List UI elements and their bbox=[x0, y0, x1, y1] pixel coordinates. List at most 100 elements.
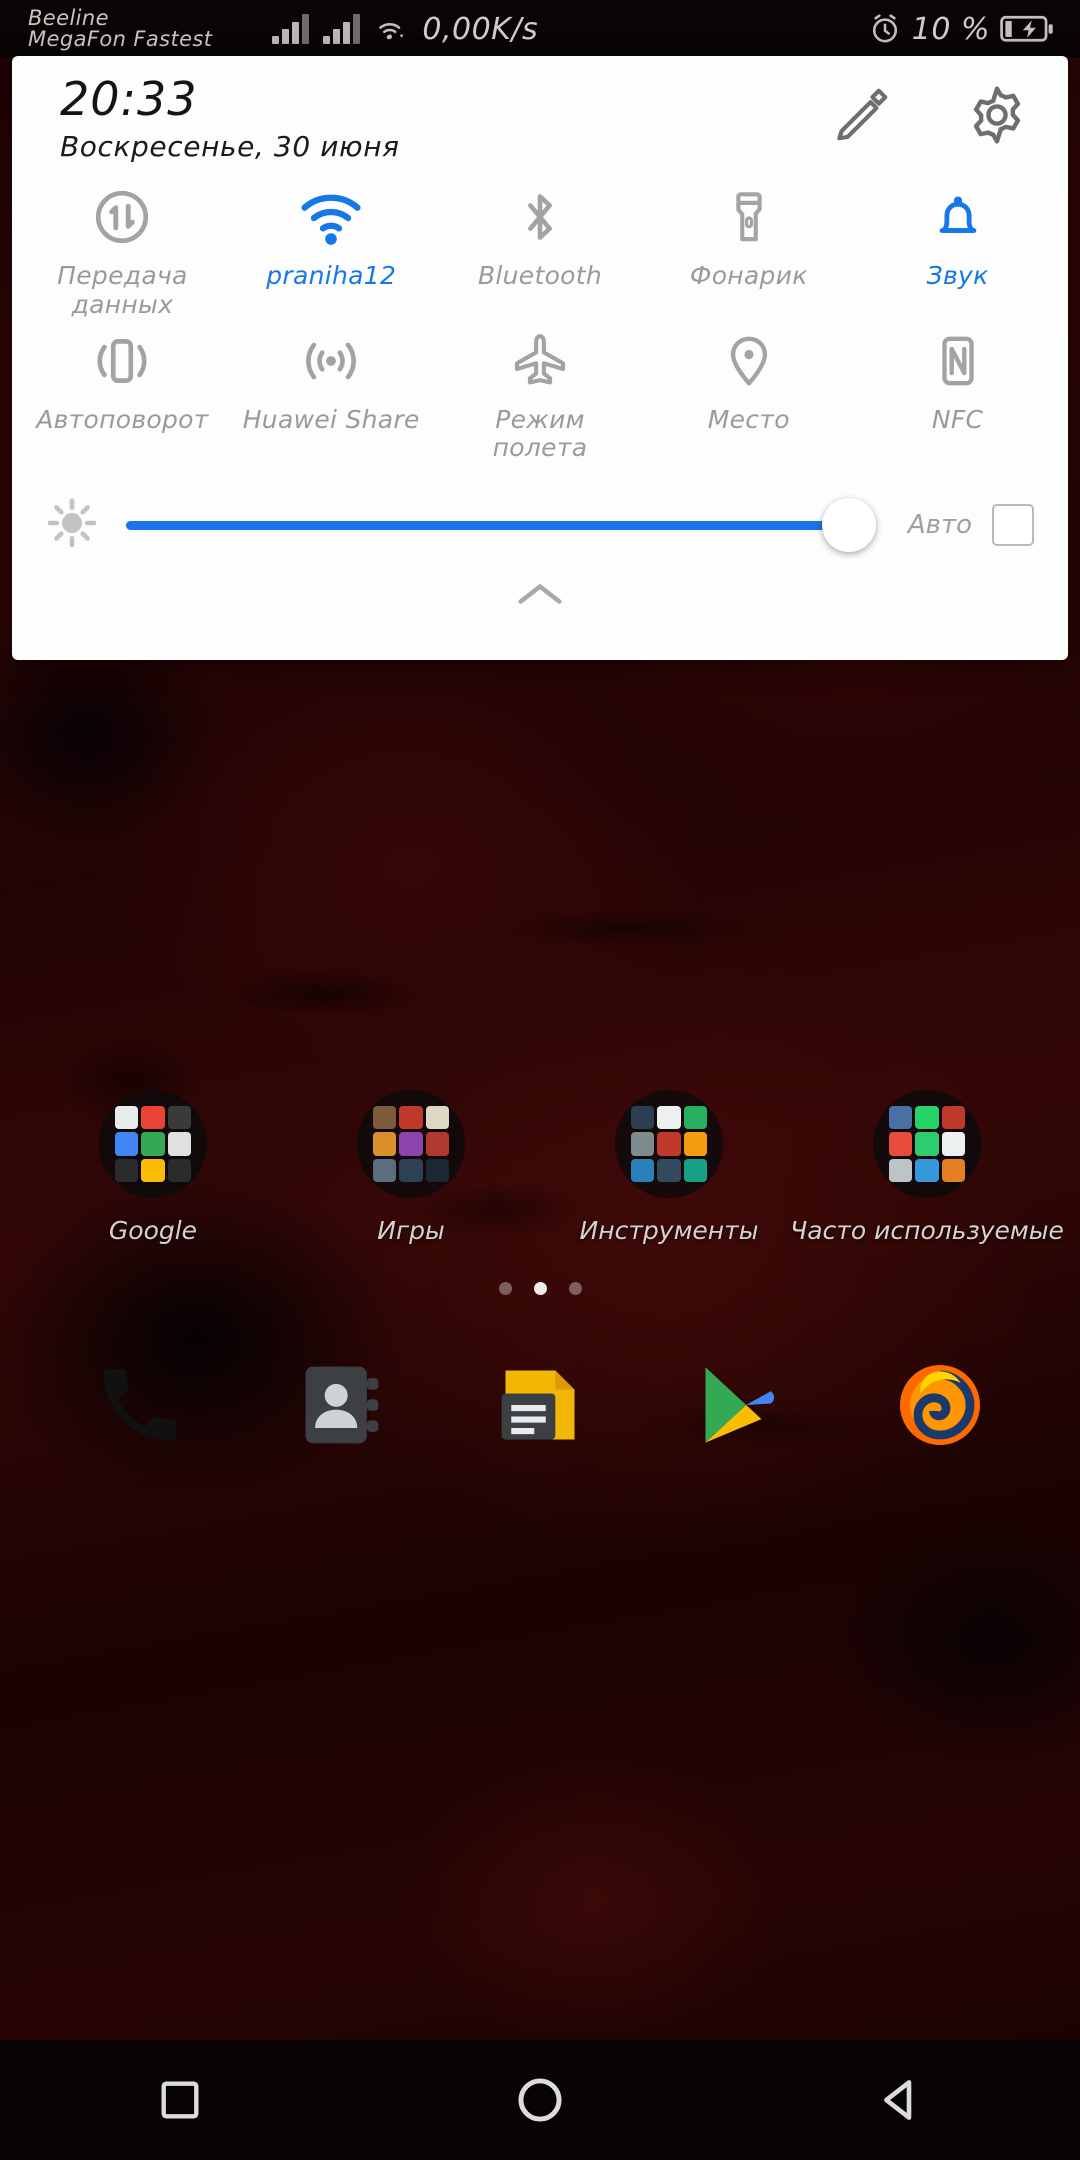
recents-square-icon[interactable] bbox=[120, 2040, 240, 2160]
toggle-sound[interactable]: Звук bbox=[853, 176, 1062, 320]
mini-app-icon bbox=[167, 1106, 191, 1130]
auto-rotate-icon bbox=[91, 330, 153, 392]
mini-app-icon bbox=[941, 1158, 965, 1182]
mini-app-icon bbox=[657, 1158, 681, 1182]
mini-app-icon bbox=[631, 1158, 655, 1182]
mini-app-icon bbox=[115, 1132, 139, 1156]
firefox-icon[interactable] bbox=[885, 1350, 995, 1460]
mini-app-icon bbox=[167, 1158, 191, 1182]
mini-app-icon bbox=[167, 1132, 191, 1156]
carrier-names: Beeline MegaFon Fastest bbox=[28, 7, 213, 51]
folder-frequently-used[interactable]: Часто используемые bbox=[790, 1090, 1064, 1245]
mini-app-icon bbox=[657, 1132, 681, 1156]
mini-app-icon bbox=[657, 1106, 681, 1130]
mini-app-icon bbox=[373, 1106, 397, 1130]
brightness-slider-knob[interactable] bbox=[821, 498, 876, 552]
quick-toggle-grid: Передача данных praniha12 Bluetooth Фона… bbox=[12, 176, 1068, 463]
status-bar: Beeline MegaFon Fastest 0,00K/s 10 % bbox=[0, 0, 1080, 58]
gear-icon[interactable] bbox=[966, 84, 1028, 146]
nfc-icon bbox=[929, 330, 987, 392]
flashlight-icon bbox=[720, 186, 778, 248]
clock-time[interactable]: 20:33 bbox=[60, 72, 198, 126]
panel-collapse-handle[interactable] bbox=[12, 573, 1068, 609]
folder-label: Часто используемые bbox=[790, 1216, 1064, 1245]
toggle-mobile-data[interactable]: Передача данных bbox=[18, 176, 227, 320]
status-bar-signal-group: 0,00K/s bbox=[272, 12, 538, 47]
mini-app-icon bbox=[399, 1158, 423, 1182]
toggle-label: Передача данных bbox=[57, 261, 188, 319]
mini-app-icon bbox=[683, 1158, 707, 1182]
page-dot-active[interactable] bbox=[533, 1282, 547, 1295]
folder-icon-grid bbox=[615, 1090, 723, 1198]
clock-date[interactable]: Воскресенье, 30 июня bbox=[60, 130, 400, 163]
alarm-clock-icon bbox=[872, 14, 897, 43]
page-dot[interactable] bbox=[498, 1282, 512, 1295]
messages-icon[interactable] bbox=[485, 1350, 595, 1460]
huawei-share-icon bbox=[300, 330, 362, 392]
mini-app-icon bbox=[425, 1132, 449, 1156]
phone-icon[interactable] bbox=[85, 1350, 195, 1460]
folder-icon-grid bbox=[99, 1090, 207, 1198]
contacts-icon[interactable] bbox=[285, 1350, 395, 1460]
quick-settings-panel: 20:33 Воскресенье, 30 июня Передача данн… bbox=[12, 56, 1068, 660]
mini-app-icon bbox=[889, 1132, 913, 1156]
mini-app-icon bbox=[941, 1106, 965, 1130]
folder-google[interactable]: Google bbox=[53, 1090, 253, 1245]
mini-app-icon bbox=[631, 1132, 655, 1156]
folder-tools[interactable]: Инструменты bbox=[569, 1090, 769, 1245]
mini-app-icon bbox=[373, 1132, 397, 1156]
play-store-icon[interactable] bbox=[685, 1350, 795, 1460]
mini-app-icon bbox=[115, 1106, 139, 1130]
mini-app-icon bbox=[915, 1158, 939, 1182]
location-pin-icon bbox=[720, 330, 778, 392]
signal-bars-icon bbox=[272, 14, 310, 44]
home-circle-icon[interactable] bbox=[480, 2040, 600, 2160]
toggle-bluetooth[interactable]: Bluetooth bbox=[436, 176, 645, 320]
toggle-flashlight[interactable]: Фонарик bbox=[644, 176, 853, 320]
brightness-slider[interactable] bbox=[126, 498, 876, 552]
toggle-nfc[interactable]: NFC bbox=[853, 320, 1062, 464]
toggle-wifi[interactable]: praniha12 bbox=[227, 176, 436, 320]
back-triangle-icon[interactable] bbox=[840, 2040, 960, 2160]
pencil-icon[interactable] bbox=[830, 84, 892, 146]
battery-charging-icon bbox=[1000, 15, 1053, 42]
chevron-up-icon bbox=[518, 584, 562, 604]
bluetooth-icon bbox=[511, 186, 569, 248]
toggle-label: Режим полета bbox=[492, 404, 588, 463]
mini-app-icon bbox=[425, 1158, 449, 1182]
toggle-auto-rotate[interactable]: Автоповорот bbox=[18, 320, 227, 464]
mini-app-icon bbox=[425, 1106, 449, 1130]
mini-app-icon bbox=[915, 1106, 939, 1130]
toggle-label: Huawei Share bbox=[242, 404, 420, 434]
mini-app-icon bbox=[399, 1106, 423, 1130]
folder-games[interactable]: Игры bbox=[311, 1090, 511, 1245]
wifi-icon bbox=[379, 23, 404, 40]
mini-app-icon bbox=[889, 1106, 913, 1130]
page-dot[interactable] bbox=[568, 1282, 582, 1295]
folder-icon-grid bbox=[357, 1090, 465, 1198]
toggle-huawei-share[interactable]: Huawei Share bbox=[227, 320, 436, 464]
carrier-line-2: MegaFon Fastest bbox=[28, 27, 213, 51]
mini-app-icon bbox=[915, 1132, 939, 1156]
toggle-label: Bluetooth bbox=[477, 261, 603, 290]
toggle-label: Место bbox=[707, 404, 790, 434]
mini-app-icon bbox=[373, 1158, 397, 1182]
auto-brightness-checkbox[interactable] bbox=[992, 504, 1034, 546]
page-indicator bbox=[0, 1282, 1080, 1295]
data-speed-text: 0,00K/s bbox=[422, 11, 539, 47]
toggle-label: NFC bbox=[931, 404, 984, 434]
brightness-slider-fill bbox=[126, 520, 850, 530]
mini-app-icon bbox=[683, 1106, 707, 1130]
bell-icon bbox=[929, 186, 987, 248]
toggle-location[interactable]: Место bbox=[644, 320, 853, 464]
toggle-label: Звук bbox=[926, 261, 989, 290]
folder-icon-grid bbox=[873, 1090, 981, 1198]
toggle-airplane-mode[interactable]: Режим полета bbox=[436, 320, 645, 464]
mini-app-icon bbox=[115, 1158, 139, 1182]
header-actions bbox=[830, 84, 1028, 146]
mini-app-icon bbox=[141, 1106, 165, 1130]
mini-app-icon bbox=[141, 1158, 165, 1182]
status-bar-right-group: 10 % bbox=[868, 12, 1054, 47]
quick-settings-header: 20:33 Воскресенье, 30 июня bbox=[12, 56, 1068, 176]
signal-bars-icon bbox=[323, 14, 361, 44]
